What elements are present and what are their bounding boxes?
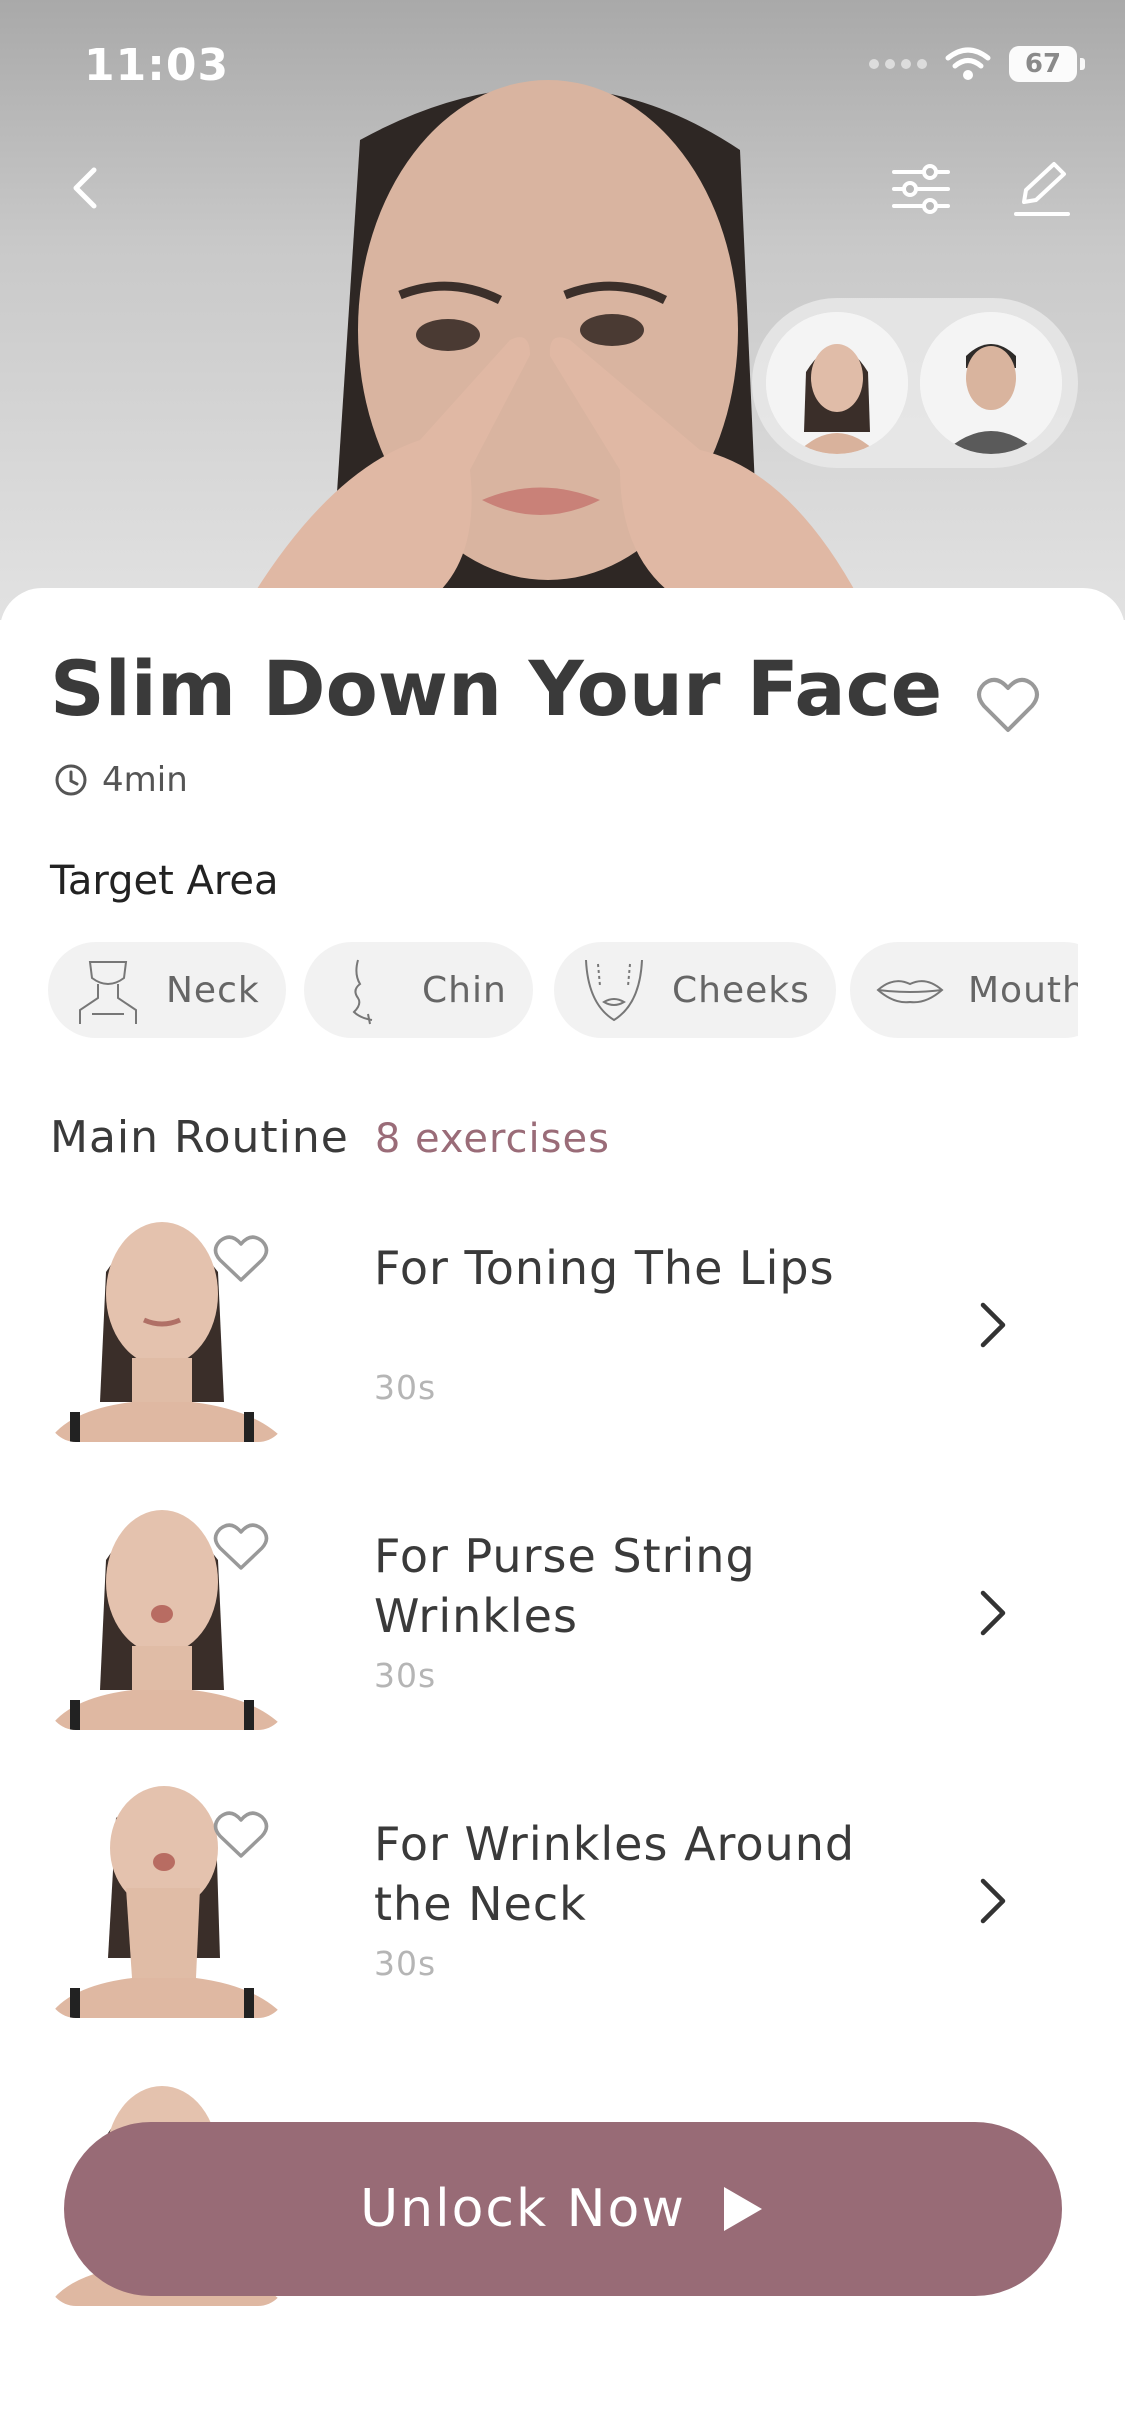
chip-label: Cheeks [672, 969, 810, 1011]
unlock-now-button[interactable]: Unlock Now [64, 2122, 1062, 2296]
chevron-right-icon [980, 1590, 1006, 1636]
status-bar: 11:03 67 [0, 0, 1125, 140]
routine-title: Main Routine [50, 1112, 349, 1163]
chip-label: Chin [422, 969, 507, 1011]
hero-image: 11:03 67 [0, 0, 1125, 620]
duration-text: 4min [102, 760, 188, 800]
exercise-title: For Toning The Lips [374, 1241, 835, 1295]
chip-label: Neck [166, 969, 260, 1011]
workout-duration: 4min [54, 760, 188, 800]
favorite-heart-icon[interactable] [976, 676, 1040, 734]
back-button[interactable] [58, 160, 114, 216]
mouth-icon [876, 980, 944, 1004]
page-title: Slim Down Your Face [50, 644, 943, 733]
cheeks-icon [585, 959, 643, 1022]
target-area-chips: Neck Chin Cheeks Mouth [48, 942, 1078, 1042]
chip-neck[interactable]: Neck [48, 942, 286, 1038]
status-indicators: 67 [869, 46, 1085, 82]
exercise-item[interactable]: For Wrinkles Around the Neck 30s [48, 1778, 1078, 2028]
chevron-right-icon [980, 1302, 1006, 1348]
exercise-title: For Wrinkles Around the Neck [374, 1817, 856, 1931]
neck-icon [79, 961, 137, 1024]
heart-icon[interactable] [213, 1234, 269, 1284]
unlock-label: Unlock Now [360, 2179, 686, 2239]
status-time: 11:03 [84, 40, 230, 91]
target-area-label: Target Area [50, 858, 279, 904]
chip-cheeks[interactable]: Cheeks [554, 942, 836, 1038]
chevron-right-icon [980, 1878, 1006, 1924]
filter-button[interactable] [890, 158, 952, 220]
male-model-avatar[interactable] [920, 312, 1062, 454]
exercise-duration: 30s [374, 1656, 437, 1695]
battery-level: 67 [1024, 49, 1062, 79]
exercise-title: For Purse String Wrinkles [374, 1529, 756, 1643]
exercise-duration: 30s [374, 1944, 437, 1983]
signal-icon [869, 59, 927, 69]
model-switcher[interactable] [752, 298, 1078, 468]
wifi-icon [945, 47, 991, 80]
chin-icon [352, 959, 373, 1025]
exercise-count: 8 exercises [374, 1116, 610, 1162]
heart-icon[interactable] [213, 1522, 269, 1572]
play-icon [723, 2187, 762, 2231]
exercise-duration: 30s [374, 1368, 437, 1407]
battery-indicator: 67 [1009, 46, 1085, 82]
clock-icon [55, 764, 87, 796]
edit-button[interactable] [1010, 158, 1072, 220]
heart-icon[interactable] [213, 1810, 269, 1860]
female-model-avatar[interactable] [766, 312, 908, 454]
routine-header: Main Routine 8 exercises [50, 1112, 610, 1163]
chip-label: Mouth [968, 969, 1078, 1011]
chip-chin[interactable]: Chin [304, 942, 533, 1038]
exercise-item[interactable]: For Purse String Wrinkles 30s [48, 1490, 1078, 1740]
bottom-safe-area [0, 2330, 1125, 2436]
exercise-item[interactable]: For Toning The Lips 30s [48, 1202, 1078, 1452]
chip-mouth[interactable]: Mouth [850, 942, 1078, 1038]
